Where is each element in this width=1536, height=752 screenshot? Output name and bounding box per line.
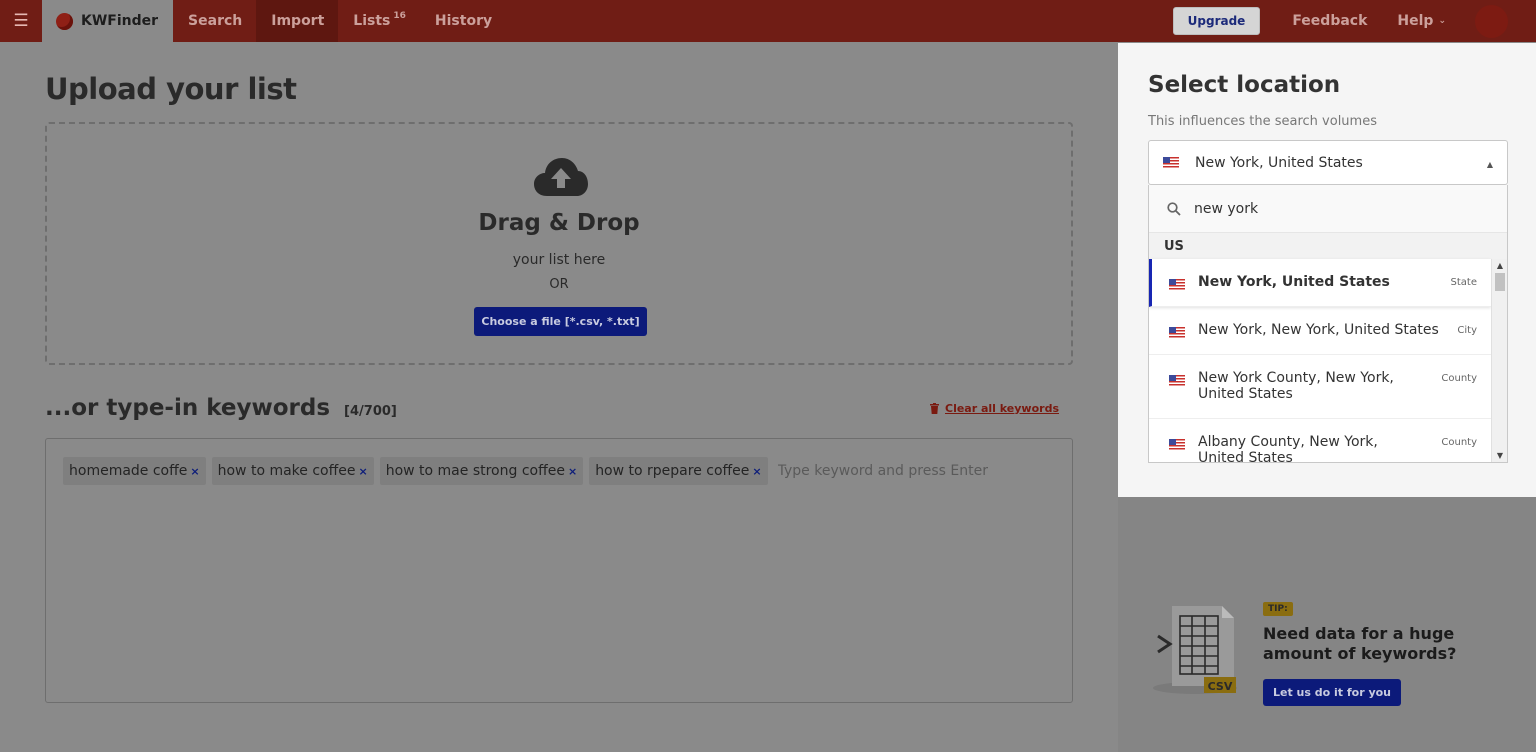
location-option-type: County	[1441, 437, 1477, 448]
location-option-name: New York, New York, United States	[1198, 322, 1439, 338]
remove-tag-icon[interactable]: ×	[568, 465, 577, 478]
keyword-tag: how to make coffee ×	[211, 457, 374, 485]
keyword-input[interactable]	[777, 463, 1008, 479]
scroll-up-icon[interactable]: ▲	[1492, 259, 1507, 273]
brand[interactable]: KWFinder	[42, 0, 174, 42]
keyword-tag: how to rpepare coffee ×	[589, 457, 768, 485]
location-option-type: State	[1450, 277, 1477, 288]
nav-search[interactable]: Search	[173, 0, 256, 42]
keyword-tag-label: how to rpepare coffee	[595, 463, 750, 479]
tip-badge: TIP:	[1263, 602, 1293, 616]
cloud-upload-icon	[534, 158, 588, 196]
nav-history-label: History	[434, 13, 493, 29]
chevron-down-icon: ⌄	[1438, 16, 1446, 26]
remove-tag-icon[interactable]: ×	[190, 465, 199, 478]
trash-icon	[930, 403, 939, 414]
nav-import[interactable]: Import	[256, 0, 339, 42]
keyword-count: [4/700]	[344, 404, 397, 419]
menu-icon[interactable]: ☰	[0, 0, 42, 42]
location-option[interactable]: New York, New York, United States City	[1149, 307, 1491, 355]
location-subtitle: This influences the search volumes	[1148, 114, 1377, 129]
choose-file-button[interactable]: Choose a file [*.csv, *.txt]	[474, 307, 647, 336]
clear-all-keywords-link[interactable]: Clear all keywords	[930, 402, 1059, 415]
keyword-tag-label: how to mae strong coffee	[385, 463, 565, 479]
location-option-name: Albany County, New York, United States	[1198, 434, 1378, 463]
us-flag-icon	[1169, 279, 1185, 290]
keywords-title: ...or type-in keywords	[45, 395, 331, 421]
location-option[interactable]: New York County, New York, United States…	[1149, 355, 1491, 419]
lists-count-badge: 16	[393, 11, 406, 21]
nav-lists[interactable]: Lists 16	[338, 0, 420, 42]
drag-drop-subtitle: your list here	[512, 252, 606, 268]
location-dropdown: US New York, United States State New Yor…	[1148, 185, 1508, 463]
brand-name: KWFinder	[81, 13, 159, 29]
drag-drop-title: Drag & Drop	[478, 210, 640, 236]
location-selected-value: New York, United States	[1195, 154, 1363, 171]
keywords-heading: ...or type-in keywords [4/700]	[45, 395, 397, 421]
csv-file-icon: CSV	[1153, 606, 1237, 694]
page-title: Upload your list	[45, 72, 297, 106]
scrollbar-thumb[interactable]	[1495, 273, 1505, 291]
help-label: Help	[1397, 13, 1434, 29]
nav-lists-label: Lists	[353, 13, 391, 29]
caret-up-icon: ▲	[1486, 160, 1493, 169]
clear-all-label: Clear all keywords	[945, 402, 1059, 415]
nav-search-label: Search	[188, 13, 243, 29]
nav-import-label: Import	[271, 13, 325, 29]
nav-history[interactable]: History	[420, 0, 506, 42]
location-title: Select location	[1148, 72, 1341, 98]
keyword-tag-label: how to make coffee	[217, 463, 356, 479]
scroll-down-icon[interactable]: ▼	[1492, 449, 1507, 462]
location-option-name: New York, United States	[1198, 274, 1390, 290]
feedback-link[interactable]: Feedback	[1277, 13, 1382, 29]
us-flag-icon	[1163, 157, 1179, 168]
location-group-label: US	[1149, 233, 1507, 259]
location-option[interactable]: New York, United States State	[1149, 259, 1491, 307]
location-option[interactable]: Albany County, New York, United States C…	[1149, 419, 1491, 463]
keyword-tag: how to mae strong coffee ×	[379, 457, 584, 485]
csv-file-label: CSV	[1208, 680, 1233, 693]
us-flag-icon	[1169, 327, 1185, 338]
dropdown-scrollbar[interactable]: ▲ ▼	[1491, 259, 1507, 462]
remove-tag-icon[interactable]: ×	[752, 465, 761, 478]
upgrade-button[interactable]: Upgrade	[1172, 7, 1261, 35]
keyword-tags: homemade coffe × how to make coffee × how …	[63, 457, 1008, 485]
let-us-do-it-button[interactable]: Let us do it for you	[1263, 679, 1401, 706]
help-menu[interactable]: Help ⌄	[1382, 13, 1461, 29]
or-label: OR	[549, 277, 569, 292]
file-drop-zone[interactable]: Drag & Drop your list here OR Choose a f…	[45, 122, 1073, 365]
location-option-name: New York County, New York, United States	[1198, 370, 1394, 402]
keyword-tag-label: homemade coffe	[69, 463, 188, 479]
user-avatar[interactable]	[1475, 4, 1508, 38]
location-search-input[interactable]	[1194, 200, 1474, 217]
location-panel: Select location This influences the sear…	[1118, 43, 1536, 497]
keyword-tag: homemade coffe ×	[63, 457, 206, 485]
search-icon	[1167, 201, 1181, 216]
keywords-input-box[interactable]: homemade coffe × how to make coffee × how …	[45, 438, 1073, 703]
remove-tag-icon[interactable]: ×	[358, 465, 367, 478]
tip-text: Need data for a huge amount of keywords?	[1263, 624, 1457, 663]
us-flag-icon	[1169, 375, 1185, 386]
top-nav-bar: ☰ KWFinder Search Import Lists 16 History…	[0, 0, 1536, 42]
us-flag-icon	[1169, 439, 1185, 450]
location-option-type: County	[1441, 373, 1477, 384]
location-option-type: City	[1457, 325, 1477, 336]
location-select[interactable]: New York, United States ▲	[1148, 140, 1508, 185]
location-search-row	[1149, 185, 1507, 233]
kwfinder-logo-icon	[56, 12, 73, 30]
